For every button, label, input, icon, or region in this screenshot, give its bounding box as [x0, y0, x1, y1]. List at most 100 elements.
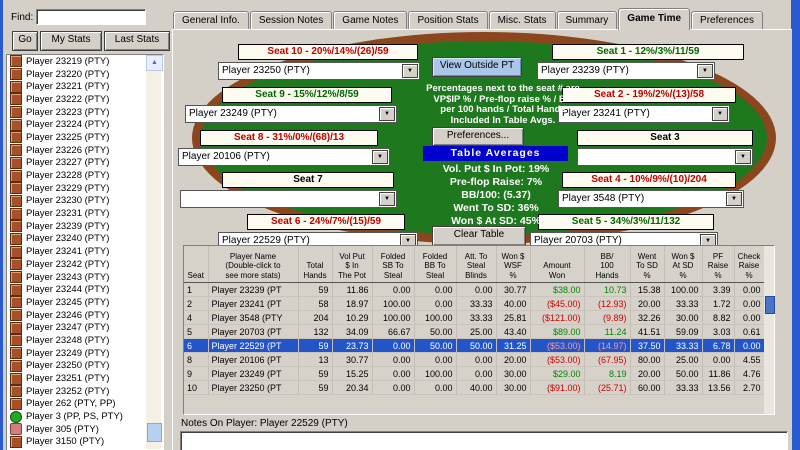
stats-row-seat-8[interactable]: 8Player 20106 (PT1330.770.000.000.0020.0…: [184, 353, 764, 367]
player-list-item[interactable]: Player 23248 (PTY): [7, 334, 163, 347]
player-list[interactable]: Player 23219 (PTY)Player 23220 (PTY)Play…: [6, 54, 164, 450]
player-list-item[interactable]: Player 23222 (PTY): [7, 93, 163, 106]
player-list-item[interactable]: Player 23223 (PTY): [7, 106, 163, 119]
player-list-item[interactable]: Player 23230 (PTY): [7, 195, 163, 208]
dropdown-arrow-icon[interactable]: ▼: [712, 107, 728, 121]
stats-row-seat-2[interactable]: 2Player 23241 (PT5818.97100.000.0033.334…: [184, 297, 764, 311]
player-list-item[interactable]: Player 23221 (PTY): [7, 80, 163, 93]
stats-row-seat-10[interactable]: 10Player 23250 (PT5920.340.000.0040.0030…: [184, 381, 764, 395]
tab-summary[interactable]: Summary: [557, 11, 618, 30]
stats-table-scrollbar[interactable]: [764, 246, 774, 414]
player-list-item[interactable]: Player 262 (PTY, PP): [7, 398, 163, 411]
stats-cell: $38.00: [530, 283, 584, 297]
column-header[interactable]: Vol Put$ InThe Pot: [332, 246, 372, 283]
go-button[interactable]: Go: [12, 31, 38, 51]
column-header[interactable]: CheckRaise%: [734, 246, 764, 283]
figure-icon: [10, 423, 22, 435]
seat-1-player-dropdown[interactable]: Player 23239 (PTY) ▼: [537, 62, 715, 80]
player-list-item[interactable]: Player 23249 (PTY): [7, 347, 163, 360]
clear-table-button[interactable]: Clear Table: [432, 226, 526, 246]
player-list-item[interactable]: Player 23229 (PTY): [7, 182, 163, 195]
column-header[interactable]: Player Name(Double-click tosee more stat…: [208, 246, 298, 283]
my-stats-button[interactable]: My Stats: [40, 31, 102, 51]
player-list-item[interactable]: Player 23250 (PTY): [7, 360, 163, 373]
stats-cell: ($53.00): [530, 353, 584, 367]
stats-cell: 1: [184, 283, 208, 297]
player-list-item[interactable]: Player 23246 (PTY): [7, 309, 163, 322]
column-header[interactable]: AmountWon: [530, 246, 584, 283]
seat-7-player-dropdown[interactable]: ▼: [180, 190, 397, 208]
stats-cell: 33.33: [456, 311, 496, 325]
player-list-item[interactable]: Player 23231 (PTY): [7, 207, 163, 220]
player-list-item[interactable]: Player 23226 (PTY): [7, 144, 163, 157]
stats-cell: 11.24: [584, 325, 630, 339]
column-header[interactable]: Won $WSF%: [496, 246, 530, 283]
player-list-item[interactable]: Player 23245 (PTY): [7, 296, 163, 309]
player-list-item[interactable]: Player 23239 (PTY): [7, 220, 163, 233]
player-list-item[interactable]: Player 23220 (PTY): [7, 68, 163, 81]
player-list-item[interactable]: Player 23252 (PTY): [7, 385, 163, 398]
player-list-item[interactable]: Player 305 (PTY): [7, 423, 163, 436]
column-header[interactable]: Won $At SD%: [664, 246, 702, 283]
stats-row-seat-5[interactable]: 5Player 20703 (PT13234.0966.6750.0025.00…: [184, 325, 764, 339]
column-header[interactable]: FoldedSB ToSteal: [372, 246, 414, 283]
player-list-item[interactable]: Player 23242 (PTY): [7, 258, 163, 271]
player-list-item[interactable]: Player 23219 (PTY): [7, 55, 163, 68]
scroll-up-icon[interactable]: ▲: [146, 55, 163, 71]
column-header[interactable]: WentTo SD%: [630, 246, 664, 283]
player-notes-textarea[interactable]: [180, 431, 788, 450]
column-header[interactable]: FoldedBB ToSteal: [414, 246, 456, 283]
last-stats-button[interactable]: Last Stats: [104, 31, 170, 51]
seat-10-player-dropdown[interactable]: Player 23250 (PTY) ▼: [218, 62, 420, 80]
player-list-item[interactable]: Player 23241 (PTY): [7, 245, 163, 258]
seat-9-player-dropdown[interactable]: Player 23249 (PTY) ▼: [185, 105, 397, 123]
stats-row-seat-6[interactable]: 6Player 22529 (PT5923.730.0050.0050.0031…: [184, 339, 764, 353]
tab-session-notes[interactable]: Session Notes: [250, 11, 332, 30]
player-list-item[interactable]: Player 3150 (PTY): [7, 436, 163, 449]
dropdown-arrow-icon[interactable]: ▼: [726, 192, 742, 206]
dropdown-arrow-icon[interactable]: ▼: [379, 192, 395, 206]
stats-row-seat-9[interactable]: 9Player 23249 (PT5915.250.00100.000.0030…: [184, 367, 764, 381]
player-list-item[interactable]: Player 23224 (PTY): [7, 118, 163, 131]
stats-row-seat-4[interactable]: 4Player 3548 (PTY20410.29100.00100.0033.…: [184, 311, 764, 325]
stats-cell: 0.00: [702, 353, 734, 367]
tab-preferences[interactable]: Preferences: [691, 11, 763, 30]
player-list-item[interactable]: Player 23227 (PTY): [7, 157, 163, 170]
stats-row-seat-1[interactable]: 1Player 23239 (PT5911.860.000.000.0030.7…: [184, 283, 764, 297]
stats-cell: Player 22529 (PT: [208, 339, 298, 353]
tab-game-notes[interactable]: Game Notes: [333, 11, 407, 30]
tab-game-time[interactable]: Game Time: [618, 8, 690, 30]
column-header[interactable]: BB/100Hands: [584, 246, 630, 283]
column-header[interactable]: Att. ToStealBlinds: [456, 246, 496, 283]
player-list-scrollbar[interactable]: ▲: [146, 55, 161, 449]
dropdown-arrow-icon[interactable]: ▼: [372, 150, 388, 164]
player-list-item[interactable]: Player 3 (PP, PS, PTY): [7, 410, 163, 423]
view-outside-pt-button[interactable]: View Outside PT: [432, 57, 522, 77]
player-name: Player 23219 (PTY): [26, 56, 109, 67]
player-list-item[interactable]: Player 23228 (PTY): [7, 169, 163, 182]
dropdown-arrow-icon[interactable]: ▼: [697, 64, 713, 78]
tab-misc-stats[interactable]: Misc. Stats: [489, 11, 556, 30]
column-header[interactable]: TotalHands: [298, 246, 332, 283]
player-list-item[interactable]: Player 23251 (PTY): [7, 372, 163, 385]
dropdown-arrow-icon[interactable]: ▼: [735, 150, 751, 164]
column-header[interactable]: Seat: [184, 246, 208, 283]
player-list-item[interactable]: Player 23244 (PTY): [7, 283, 163, 296]
player-list-item[interactable]: Player 23243 (PTY): [7, 271, 163, 284]
scrollbar-thumb[interactable]: [765, 296, 775, 314]
player-list-item[interactable]: Player 23240 (PTY): [7, 233, 163, 246]
dropdown-arrow-icon[interactable]: ▼: [402, 64, 418, 78]
cards-icon: [10, 68, 22, 80]
player-list-item[interactable]: Player 23247 (PTY): [7, 321, 163, 334]
column-header[interactable]: PFRaise%: [702, 246, 734, 283]
preferences-button[interactable]: Preferences...: [432, 127, 524, 146]
player-list-item[interactable]: Player 23225 (PTY): [7, 131, 163, 144]
scrollbar-thumb[interactable]: [147, 423, 162, 442]
seat-8-player-dropdown[interactable]: Player 20106 (PTY) ▼: [178, 148, 390, 166]
tab-general-info[interactable]: General Info.: [173, 11, 249, 30]
seat-3-player-dropdown[interactable]: ▼: [577, 148, 753, 166]
dropdown-arrow-icon[interactable]: ▼: [379, 107, 395, 121]
tab-position-stats[interactable]: Position Stats: [408, 11, 487, 30]
find-input[interactable]: [36, 9, 146, 25]
cards-icon: [10, 373, 22, 385]
